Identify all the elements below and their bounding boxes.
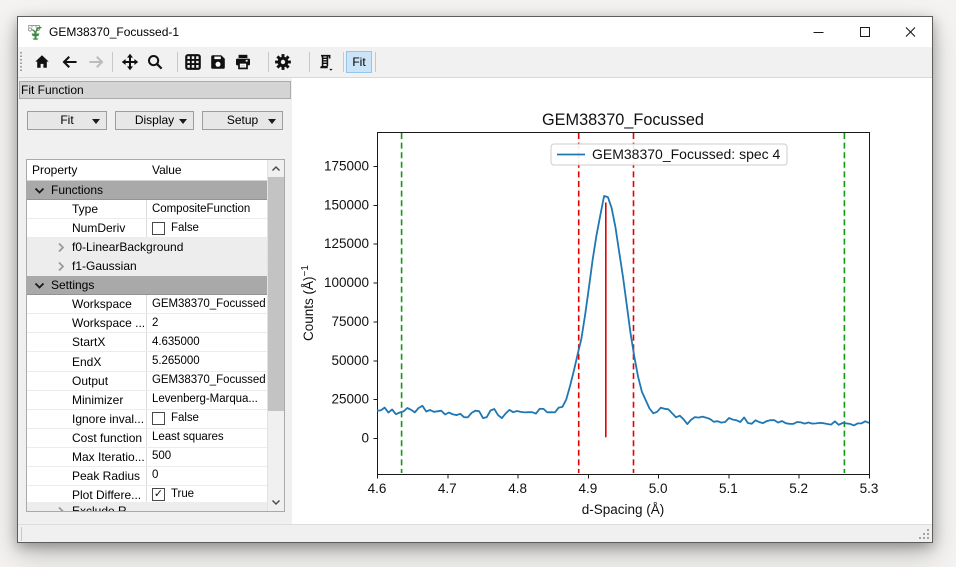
svg-text:0: 0 (361, 431, 369, 446)
svg-text:175000: 175000 (324, 159, 369, 174)
svg-text:125000: 125000 (324, 236, 369, 251)
svg-text:150000: 150000 (324, 197, 369, 212)
svg-text:5.2: 5.2 (789, 481, 808, 496)
svg-text:25000: 25000 (331, 392, 369, 407)
svg-text:d-Spacing (Å): d-Spacing (Å) (582, 502, 665, 517)
svg-text:50000: 50000 (331, 353, 369, 368)
svg-text:5.0: 5.0 (649, 481, 668, 496)
svg-text:4.6: 4.6 (368, 481, 387, 496)
svg-text:Counts (Å)−1: Counts (Å)−1 (300, 265, 316, 341)
svg-text:4.7: 4.7 (438, 481, 457, 496)
svg-text:GEM38370_Focussed: GEM38370_Focussed (542, 111, 704, 129)
svg-text:4.8: 4.8 (508, 481, 527, 496)
svg-text:5.1: 5.1 (719, 481, 738, 496)
svg-text:75000: 75000 (331, 314, 369, 329)
svg-text:100000: 100000 (324, 275, 369, 290)
svg-text:5.3: 5.3 (860, 481, 879, 496)
svg-text:4.9: 4.9 (579, 481, 598, 496)
svg-text:GEM38370_Focussed: spec 4: GEM38370_Focussed: spec 4 (592, 146, 781, 162)
